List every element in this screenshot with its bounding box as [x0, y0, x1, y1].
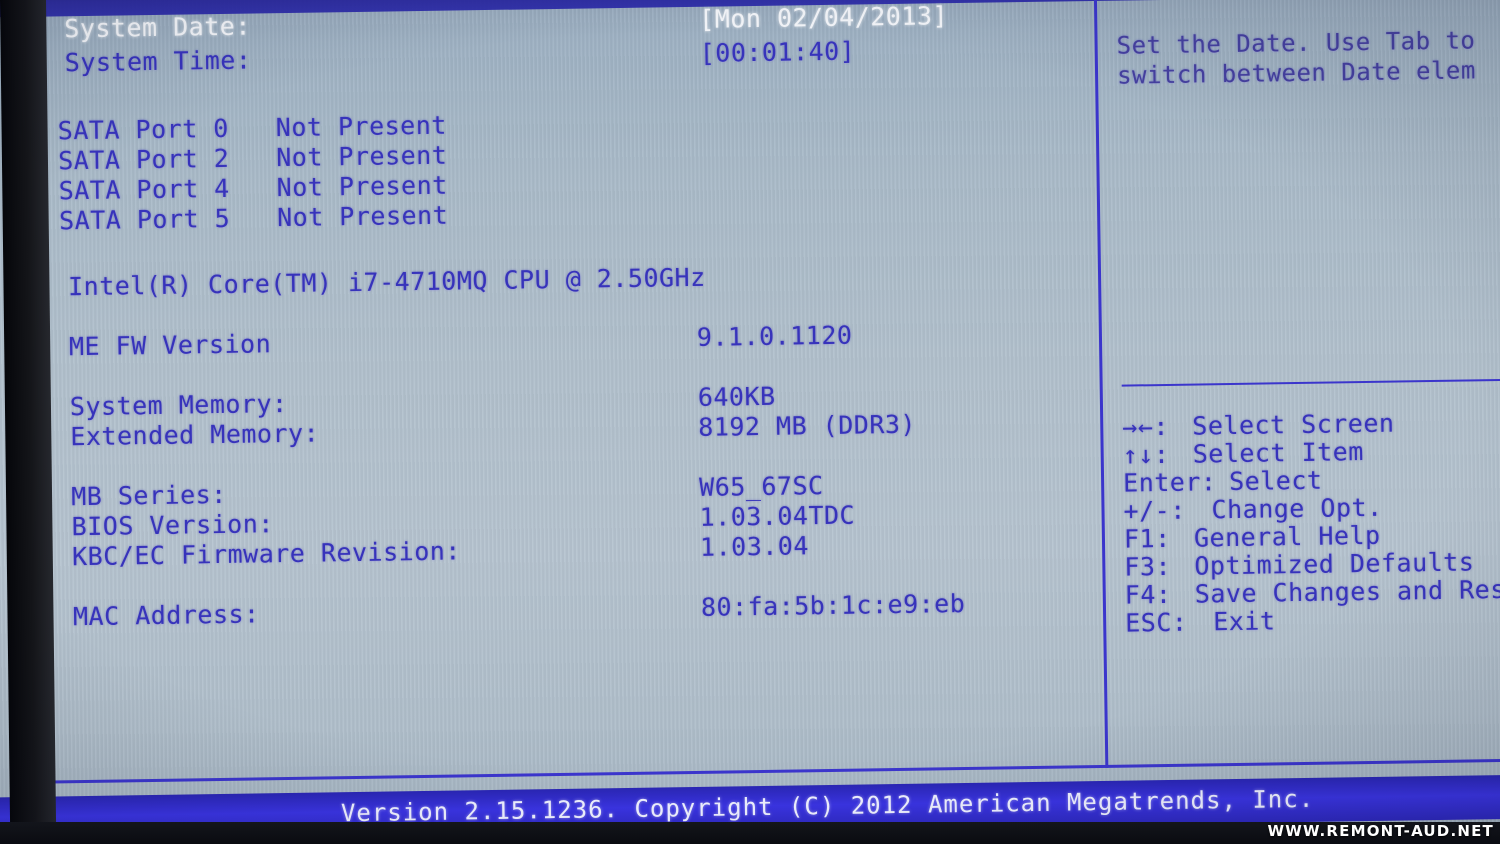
legend-f4-keys: F4:	[1124, 579, 1172, 610]
legend-enter-action: Select	[1228, 465, 1323, 497]
sata-port-4-status: Not Present	[276, 170, 448, 203]
me-fw-version-value: 9.1.0.1120	[696, 320, 853, 352]
system-time-value[interactable]: [00:01:40]	[700, 37, 856, 69]
site-watermark: WWW.REMONT-AUD.NET	[1267, 822, 1494, 840]
legend-select-item-action: Select Item	[1192, 437, 1364, 469]
mac-address-value: 80:fa:5b:1c:e9:eb	[700, 588, 966, 622]
legend-select-item-keys: ↑↓:	[1122, 439, 1170, 470]
bios-version-label: BIOS Version:	[71, 509, 275, 542]
system-date-label[interactable]: System Date:	[64, 12, 251, 45]
legend-change-opt-keys: +/-:	[1123, 495, 1186, 526]
sata-port-5-status: Not Present	[276, 200, 449, 233]
extended-memory-value: 8192 MB (DDR3)	[698, 409, 917, 442]
sata-port-2-label[interactable]: SATA Port 2	[58, 144, 230, 177]
sata-port-0-status: Not Present	[275, 110, 448, 143]
extended-memory-label: Extended Memory:	[70, 418, 320, 452]
mb-series-value: W65_67SC	[698, 471, 824, 502]
legend-esc-keys: ESC:	[1125, 607, 1188, 638]
legend-f4-action: Save Changes and Reset	[1194, 574, 1500, 609]
help-text-line-2: switch between Date elem	[1116, 56, 1477, 90]
kbc-ec-firmware-label: KBC/EC Firmware Revision:	[71, 536, 462, 572]
legend-enter-keys: Enter:	[1122, 467, 1217, 498]
me-fw-version-label: ME FW Version	[68, 329, 272, 362]
legend-f3-keys: F3:	[1124, 551, 1172, 582]
mb-series-label: MB Series:	[71, 479, 227, 512]
bios-version-value: 1.03.04TDC	[699, 500, 856, 532]
system-time-label[interactable]: System Time:	[65, 46, 252, 79]
system-memory-label: System Memory:	[69, 389, 288, 422]
legend-select-screen-keys: →←:	[1122, 411, 1170, 442]
kbc-ec-firmware-value: 1.03.04	[699, 531, 810, 562]
display-panel: System Date: [Mon 02/04/2013] System Tim…	[0, 0, 1500, 844]
legend-select-screen-action: Select Screen	[1192, 408, 1395, 441]
system-date-value[interactable]: [Mon 02/04/2013]	[699, 1, 948, 35]
sata-port-5-label[interactable]: SATA Port 5	[59, 204, 231, 237]
sata-port-4-label[interactable]: SATA Port 4	[58, 174, 230, 207]
legend-esc-action: Exit	[1212, 606, 1276, 637]
system-memory-value: 640KB	[697, 381, 776, 412]
sata-port-2-status: Not Present	[276, 140, 448, 173]
legend-f1-keys: F1:	[1123, 523, 1171, 554]
sata-port-0-label[interactable]: SATA Port 0	[58, 114, 230, 147]
bios-setup-screenshot: System Date: [Mon 02/04/2013] System Tim…	[0, 0, 1500, 844]
version-copyright-text: Version 2.15.1236. Copyright (C) 2012 Am…	[340, 784, 1315, 828]
mac-address-label: MAC Address:	[72, 599, 260, 632]
